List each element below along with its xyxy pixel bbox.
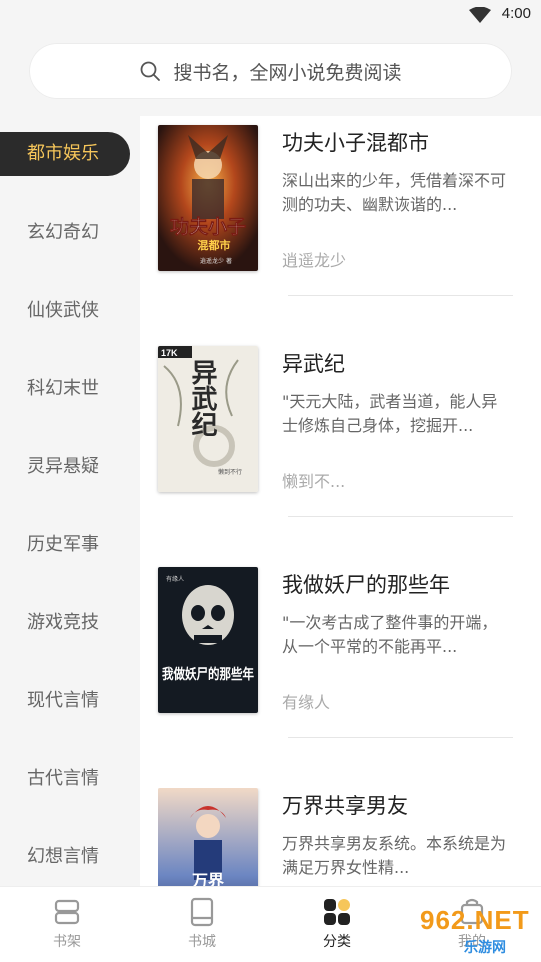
status-time: 4:00 (501, 5, 531, 22)
list-divider (288, 295, 513, 296)
list-divider (288, 516, 513, 517)
book-author: 逍遥龙少 (282, 251, 347, 270)
book-cover[interactable]: 功夫小子 混都市 逍遥龙少 著 (158, 125, 258, 271)
category-item[interactable]: 历史军事 (0, 523, 130, 567)
cover-author-text: 懒到不行 (218, 468, 242, 476)
book-description: "天元大陆，武者当道，能人异士修炼自己身体，挖掘开... (282, 392, 498, 435)
book-icon (190, 897, 214, 927)
category-item[interactable]: 游戏竞技 (0, 601, 130, 645)
list-divider (288, 737, 513, 738)
book-cover[interactable]: 有缘人 我做妖尸的那些年 (158, 567, 258, 713)
nav-bookshelf[interactable]: 书架 (27, 897, 107, 951)
category-item[interactable]: 现代言情 (0, 679, 130, 723)
book-cover[interactable]: 17K 异武纪 懒到不行 (158, 346, 258, 492)
bookshelf-icon (54, 899, 80, 925)
nav-category[interactable]: 分类 (297, 897, 377, 951)
book-title[interactable]: 异武纪 (282, 348, 345, 378)
search-icon (141, 61, 161, 81)
book-description: 深山出来的少年，凭借着深不可测的功夫、幽默诙谐的... (282, 171, 507, 214)
search-input[interactable]: 搜书名，全网小说免费阅读 (29, 43, 512, 99)
book-title[interactable]: 万界共享男友 (282, 790, 408, 820)
site-watermark: 962.NET 乐游网 (402, 905, 536, 957)
category-item[interactable]: 古代言情 (0, 757, 130, 801)
cover-author-text: 逍遥龙少 著 (200, 257, 232, 265)
category-item[interactable]: 玄幻奇幻 (0, 211, 130, 255)
cover-subtitle-text: 混都市 (198, 238, 231, 252)
nav-label: 书架 (53, 934, 81, 950)
book-description: "一次考古成了整件事的开端，从一个平常的不能再平... (282, 613, 498, 656)
category-item[interactable]: 灵异悬疑 (0, 445, 130, 489)
watermark-subtext: 乐游网 (464, 940, 506, 956)
search-placeholder: 搜书名，全网小说免费阅读 (173, 61, 402, 84)
cover-author-text: 有缘人 (166, 575, 184, 583)
nav-bookstore[interactable]: 书城 (162, 897, 242, 951)
category-item[interactable]: 仙侠武侠 (0, 289, 130, 333)
category-grid-icon (324, 899, 350, 925)
wifi-icon (469, 7, 491, 23)
book-description: 万界共享男友系统。本系统是为满足万界女性精... (282, 834, 507, 877)
cover-badge-text: 17K (161, 348, 178, 358)
category-item[interactable]: 幻想言情 (0, 835, 130, 879)
category-item[interactable]: 科幻末世 (0, 367, 130, 411)
book-title[interactable]: 我做妖尸的那些年 (282, 569, 450, 599)
book-author: 有缘人 (282, 693, 331, 712)
status-bar: 4:00 (0, 0, 541, 30)
category-item-active[interactable]: 都市娱乐 (0, 132, 130, 176)
cover-title-text: 功夫小子 (170, 216, 246, 238)
nav-label: 书城 (188, 934, 216, 950)
nav-label: 分类 (323, 934, 351, 950)
book-cover[interactable]: 万界 (158, 788, 258, 886)
cover-title-text: 万界 (191, 871, 224, 886)
category-sidebar: 都市娱乐 玄幻奇幻 仙侠武侠 科幻末世 灵异悬疑 历史军事 游戏竞技 现代言情 … (0, 116, 140, 886)
cover-title-text: 异武纪 (187, 359, 217, 437)
search-header: 搜书名，全网小说免费阅读 (0, 30, 541, 116)
book-author: 懒到不... (282, 472, 346, 491)
book-list-item[interactable]: 万界 万界共享男友 万界共享男友系统。本系统是为满足万界女性精... (158, 788, 513, 886)
book-title[interactable]: 功夫小子混都市 (282, 127, 429, 157)
watermark-text: 962.NET (420, 905, 530, 935)
cover-title-text: 我做妖尸的那些年 (162, 666, 254, 683)
